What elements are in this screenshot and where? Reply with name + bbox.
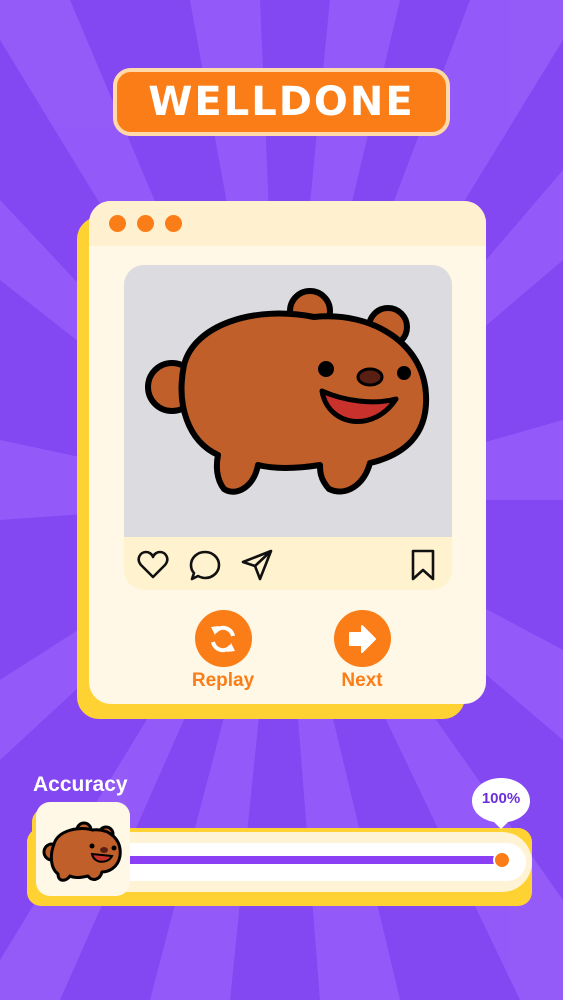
accuracy-label: Accuracy [33,773,128,796]
post-image [124,265,452,537]
replay-button[interactable]: Replay [183,610,263,692]
window-dot [165,215,182,232]
next-button[interactable]: Next [322,610,402,692]
bookmark-icon[interactable] [406,548,440,582]
bear-illustration [145,288,430,495]
heart-icon[interactable] [136,548,170,582]
window-dot [137,215,154,232]
post-actions [124,537,452,590]
window-dot [109,215,126,232]
arrow-right-icon [333,610,391,667]
replay-icon [194,610,252,667]
accuracy-value: 100% [481,790,521,807]
accuracy-progress-fill [122,856,502,864]
welldone-banner: WELLDONE [113,68,450,136]
next-label: Next [341,670,383,691]
share-icon[interactable] [240,548,274,582]
replay-label: Replay [191,670,255,691]
comment-icon[interactable] [188,548,222,582]
bear-avatar [36,802,130,896]
accuracy-progress-knob [493,851,511,869]
post-card: Replay Next [89,201,486,704]
post-image-frame [124,265,452,590]
card-titlebar [89,201,486,246]
